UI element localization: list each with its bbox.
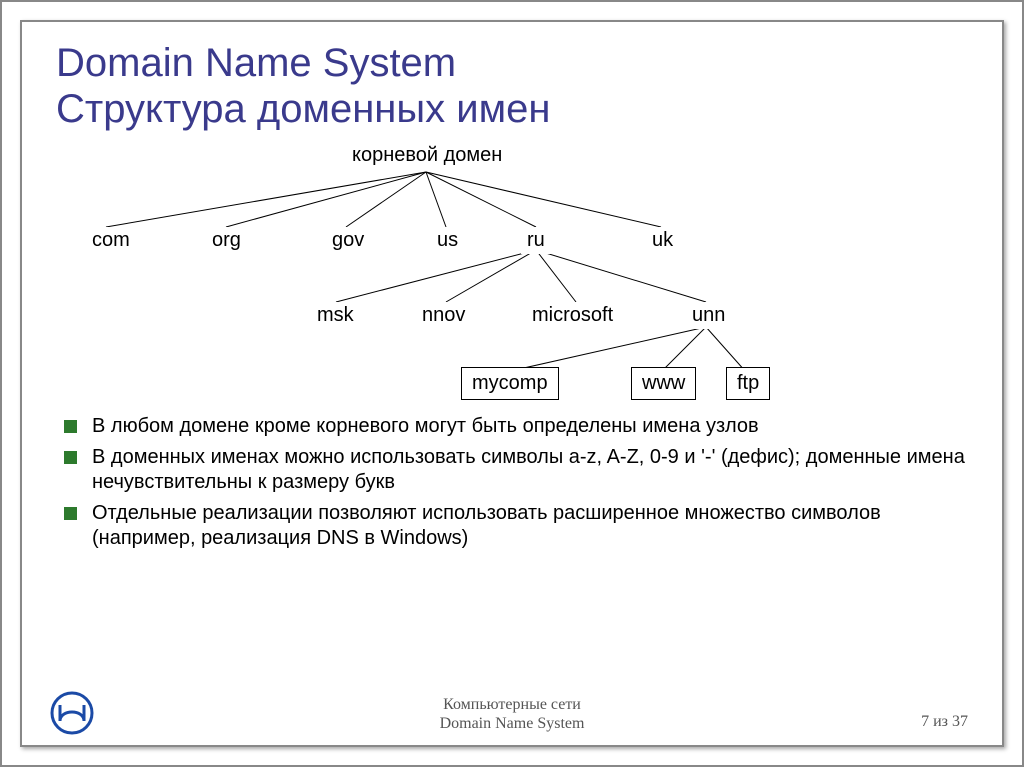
tree-node-ru: ru — [521, 227, 551, 254]
footer: Компьютерные сети Domain Name System — [22, 695, 1002, 733]
footer-line-2: Domain Name System — [440, 714, 585, 733]
page-number: 7 из 37 — [921, 713, 968, 731]
tree-connectors — [66, 142, 786, 402]
tree-node-gov: gov — [326, 227, 370, 254]
bullet-list: В любом домене кроме корневого могут быт… — [56, 414, 968, 551]
slide: Domain Name System Структура доменных им… — [20, 20, 1004, 747]
tree-node-www: www — [631, 367, 696, 400]
footer-line-1: Компьютерные сети — [440, 695, 585, 714]
tree-node-nnov: nnov — [416, 302, 471, 329]
tree-node-mycomp: mycomp — [461, 367, 559, 400]
tree-node-microsoft: microsoft — [526, 302, 619, 329]
tree-node-org: org — [206, 227, 247, 254]
tree-root: корневой домен — [346, 142, 508, 169]
title-line-1: Domain Name System — [56, 41, 456, 85]
tree-node-com: com — [86, 227, 136, 254]
bullet-item: В доменных именах можно использовать сим… — [64, 445, 968, 495]
title-line-2: Структура доменных имен — [56, 87, 550, 131]
tree-node-unn: unn — [686, 302, 731, 329]
footer-text: Компьютерные сети Domain Name System — [440, 695, 585, 733]
dns-tree-diagram: корневой домен com org gov us ru uk msk … — [66, 142, 786, 402]
tree-node-msk: msk — [311, 302, 360, 329]
tree-node-ftp: ftp — [726, 367, 770, 400]
slide-title: Domain Name System Структура доменных им… — [56, 40, 968, 132]
tree-node-us: us — [431, 227, 464, 254]
bullet-item: В любом домене кроме корневого могут быт… — [64, 414, 968, 439]
tree-node-uk: uk — [646, 227, 679, 254]
bullet-item: Отдельные реализации позволяют использов… — [64, 501, 968, 551]
